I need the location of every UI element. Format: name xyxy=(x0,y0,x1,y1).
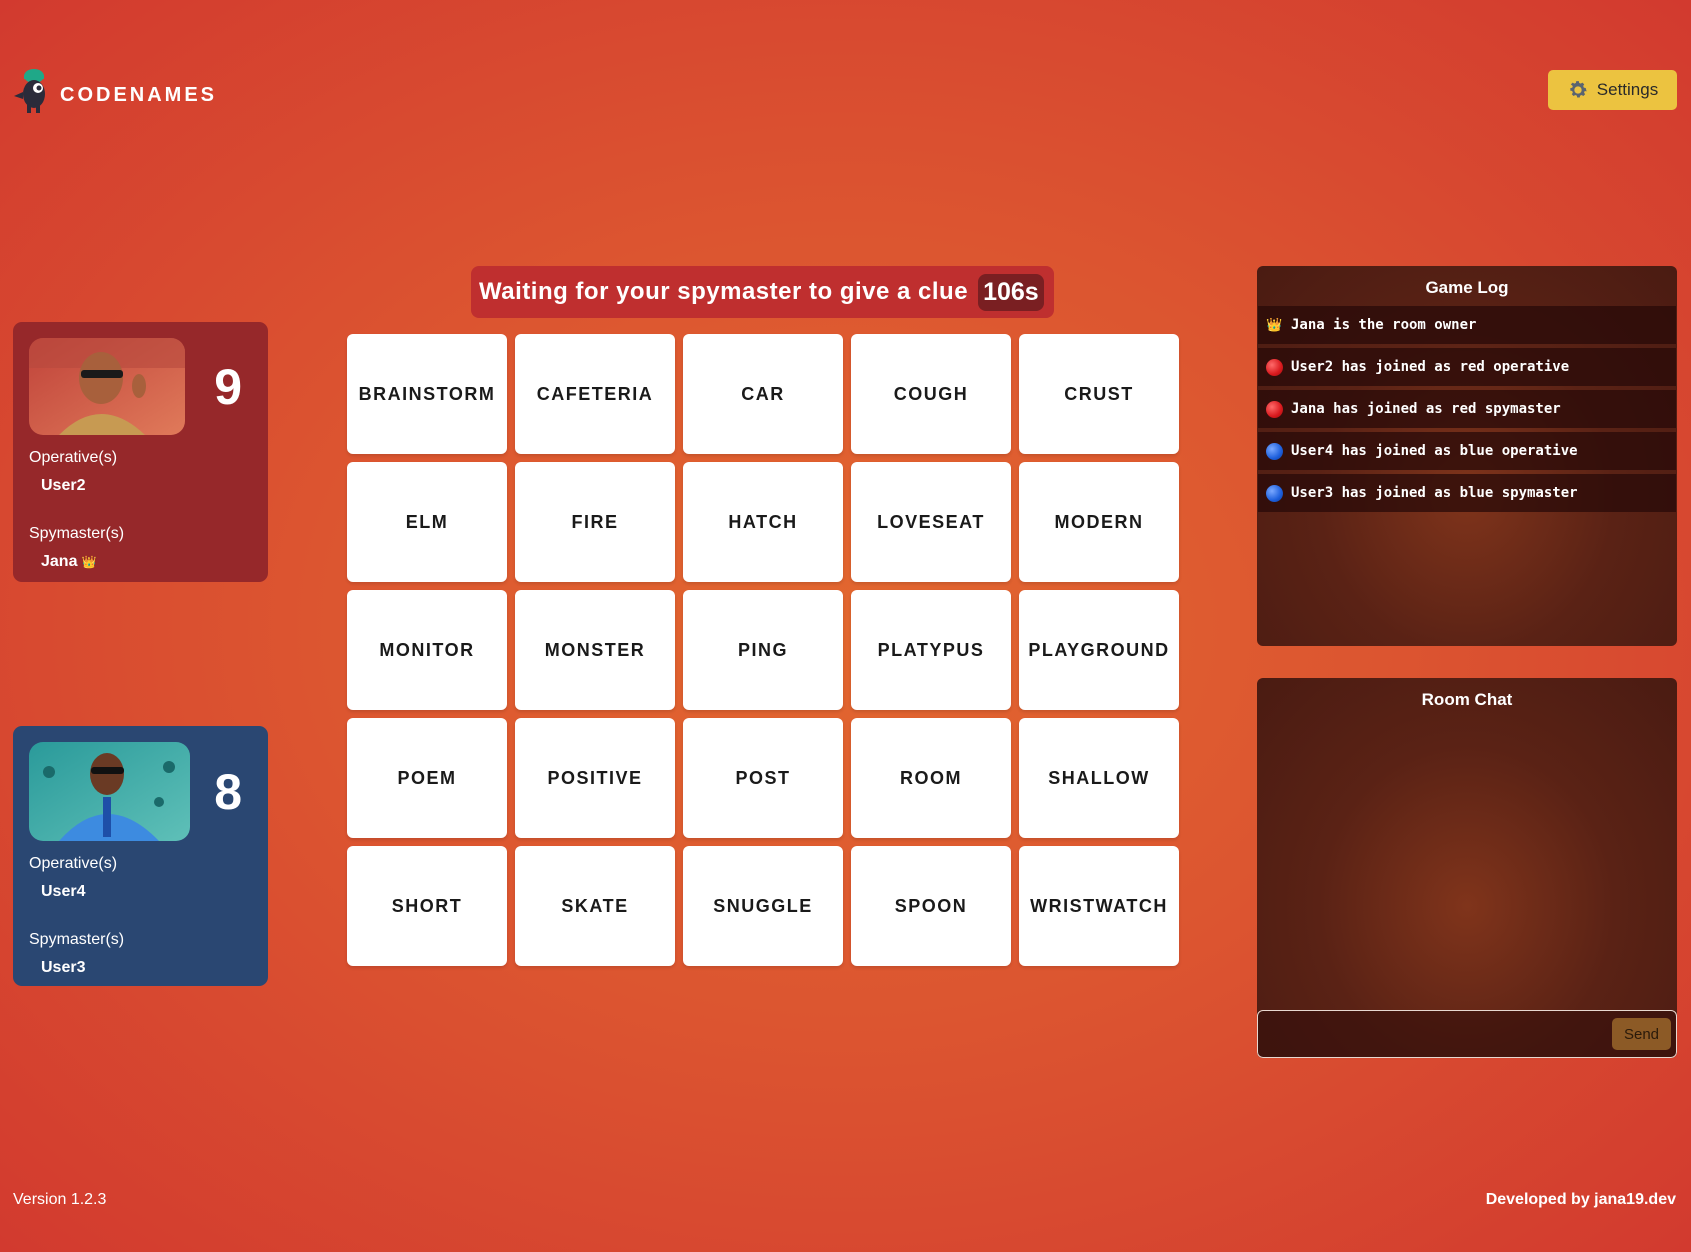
developer-credit[interactable]: Developed by jana19.dev xyxy=(1486,1191,1676,1209)
log-entry: Jana has joined as red spymaster xyxy=(1258,390,1676,428)
app-logo: CODENAMES xyxy=(12,66,217,114)
log-entry: 👑 Jana is the room owner xyxy=(1258,306,1676,344)
crown-icon: 👑 xyxy=(81,555,97,569)
word-card[interactable]: CAFETERIA xyxy=(515,334,675,454)
game-log-title: Game Log xyxy=(1425,278,1509,297)
log-entry-text: User3 has joined as blue spymaster xyxy=(1291,485,1578,501)
word-card[interactable]: MODERN xyxy=(1019,462,1179,582)
gear-icon xyxy=(1570,81,1587,98)
log-entry-text: Jana has joined as red spymaster xyxy=(1291,401,1561,417)
word-card[interactable]: BRAINSTORM xyxy=(347,334,507,454)
word-card[interactable]: POEM xyxy=(347,718,507,838)
clue-status-banner: Waiting for your spymaster to give a clu… xyxy=(471,266,1054,318)
word-card[interactable]: SHORT xyxy=(347,846,507,966)
game-log-panel[interactable]: Game Log 👑 Jana is the room owner User2 … xyxy=(1257,266,1677,646)
word-card[interactable]: SNUGGLE xyxy=(683,846,843,966)
word-card[interactable]: POSITIVE xyxy=(515,718,675,838)
red-operative-name: User2 xyxy=(41,477,252,495)
blue-team-count: 8 xyxy=(214,763,242,820)
word-card[interactable]: PLATYPUS xyxy=(851,590,1011,710)
clue-status-text: Waiting for your spymaster to give a clu… xyxy=(479,278,969,305)
red-team-count: 9 xyxy=(214,358,242,415)
log-entry-text: Jana is the room owner xyxy=(1291,317,1477,333)
word-card[interactable]: FIRE xyxy=(515,462,675,582)
word-card[interactable]: SKATE xyxy=(515,846,675,966)
send-button[interactable]: Send xyxy=(1612,1018,1671,1050)
word-board: BRAINSTORM CAFETERIA CAR COUGH CRUST ELM… xyxy=(347,334,1179,966)
log-entry-text: User4 has joined as blue operative xyxy=(1291,443,1578,459)
log-entry: User3 has joined as blue spymaster xyxy=(1258,474,1676,512)
red-dot-icon xyxy=(1266,358,1283,376)
blue-spymaster-username: User3 xyxy=(41,959,86,976)
word-card[interactable]: CRUST xyxy=(1019,334,1179,454)
word-card[interactable]: CAR xyxy=(683,334,843,454)
blue-operative-name: User4 xyxy=(41,883,252,901)
red-spymaster-name: Jana 👑 xyxy=(41,553,252,571)
blue-dot-icon xyxy=(1266,484,1283,502)
word-card[interactable]: WRISTWATCH xyxy=(1019,846,1179,966)
blue-dot-icon xyxy=(1266,442,1283,460)
word-card[interactable]: SPOON xyxy=(851,846,1011,966)
game-log-list: 👑 Jana is the room owner User2 has joine… xyxy=(1257,306,1677,512)
settings-button[interactable]: Settings xyxy=(1548,70,1677,110)
blue-spymaster-label: Spymaster(s) xyxy=(29,931,125,948)
red-spymaster-username: Jana xyxy=(41,553,78,570)
red-operative-label: Operative(s) xyxy=(29,449,118,466)
red-team-panel: 9 Operative(s) User2 Spymaster(s) Jana 👑 xyxy=(13,322,268,582)
blue-operative-username: User4 xyxy=(41,883,86,900)
word-card[interactable]: ELM xyxy=(347,462,507,582)
red-team-avatar xyxy=(29,338,185,435)
blue-operative-label: Operative(s) xyxy=(29,855,118,872)
word-card[interactable]: MONITOR xyxy=(347,590,507,710)
settings-label: Settings xyxy=(1596,80,1659,99)
log-entry: User4 has joined as blue operative xyxy=(1258,432,1676,470)
room-chat-panel: Room Chat Send xyxy=(1257,678,1677,1058)
word-card[interactable]: COUGH xyxy=(851,334,1011,454)
version-label: Version 1.2.3 xyxy=(13,1191,107,1208)
word-card[interactable]: POST xyxy=(683,718,843,838)
blue-team-avatar xyxy=(29,742,190,841)
crown-icon: 👑 xyxy=(1266,317,1283,333)
word-card[interactable]: HATCH xyxy=(683,462,843,582)
chat-input-area: Send xyxy=(1257,1010,1677,1058)
word-card[interactable]: SHALLOW xyxy=(1019,718,1179,838)
word-card[interactable]: PING xyxy=(683,590,843,710)
word-card[interactable]: LOVESEAT xyxy=(851,462,1011,582)
word-card[interactable]: ROOM xyxy=(851,718,1011,838)
log-entry-text: User2 has joined as red operative xyxy=(1291,359,1570,375)
blue-spymaster-name: User3 xyxy=(41,959,252,977)
red-dot-icon xyxy=(1266,400,1283,418)
blue-team-panel: 8 Operative(s) User4 Spymaster(s) User3 xyxy=(13,726,268,986)
chat-message-input[interactable] xyxy=(1266,1017,1596,1051)
word-card[interactable]: PLAYGROUND xyxy=(1019,590,1179,710)
red-spymaster-label: Spymaster(s) xyxy=(29,525,125,542)
room-chat-title: Room Chat xyxy=(1421,690,1513,709)
red-operative-username: User2 xyxy=(41,477,86,494)
turn-timer: 106s xyxy=(978,273,1044,311)
word-card[interactable]: MONSTER xyxy=(515,590,675,710)
codenames-agent-icon xyxy=(14,69,45,113)
app-title: CODENAMES xyxy=(60,83,218,106)
log-entry: User2 has joined as red operative xyxy=(1258,348,1676,386)
